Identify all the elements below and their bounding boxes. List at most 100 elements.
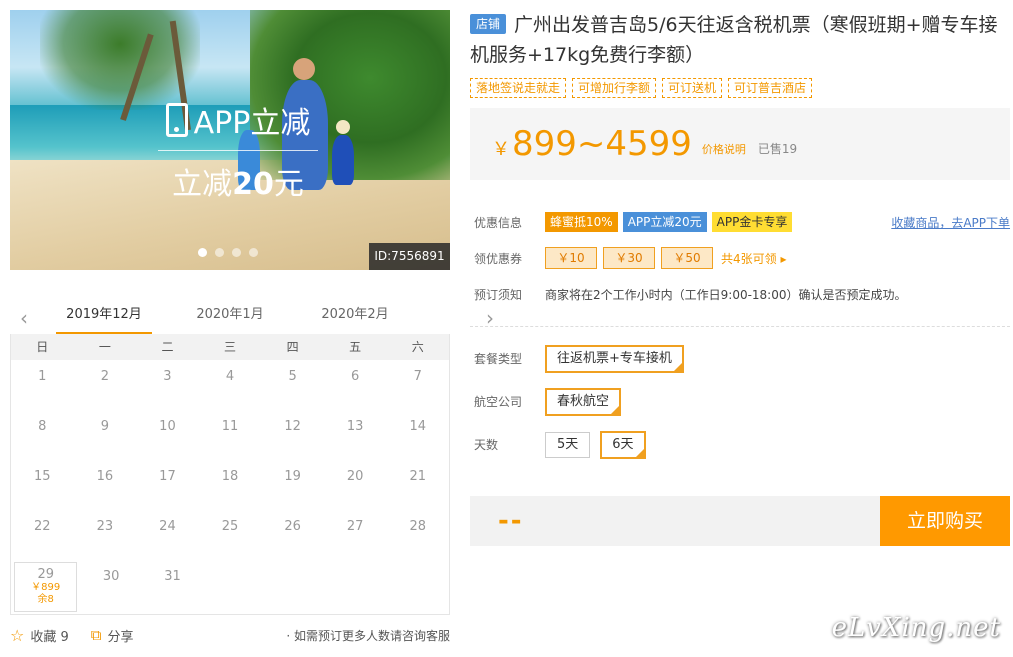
calendar-day: 31 xyxy=(164,569,181,584)
section-divider xyxy=(470,326,1010,327)
carousel-dot[interactable] xyxy=(249,248,258,257)
coupon-label: 领优惠券 xyxy=(474,251,523,266)
tab-month-1[interactable]: 2019年12月 xyxy=(56,298,152,334)
collect-app-link[interactable]: 收藏商品，去APP下单 xyxy=(891,214,1010,231)
calendar-day: 17 xyxy=(159,469,176,484)
person-child-girl-head xyxy=(336,120,350,134)
package-row: 套餐类型 往返机票+专车接机 xyxy=(470,337,1010,380)
promo-label: 优惠信息 xyxy=(474,215,523,230)
calendar-day xyxy=(388,560,449,614)
coupon-row: 领优惠券 ￥10 ￥30 ￥50 共4张可领 ▸ xyxy=(470,240,1010,276)
product-id-tag: ID:7556891 xyxy=(369,243,450,270)
star-icon[interactable]: ☆ xyxy=(10,626,24,645)
purchase-bar: -- 立即购买 xyxy=(470,496,1010,546)
days-row: 天数 5天 6天 xyxy=(470,423,1010,466)
calendar-day: 1 xyxy=(38,369,47,384)
overlay-divider xyxy=(158,150,318,151)
calendar-day: 27 xyxy=(346,519,364,534)
total-display: -- xyxy=(470,496,880,546)
notice-label: 预订须知 xyxy=(474,287,523,302)
contact-note: · 如需预订更多人数请咨询客服 xyxy=(286,628,450,643)
phone-icon xyxy=(165,103,188,137)
calendar-week: 1 2 3 4 5 6 7 xyxy=(11,360,449,410)
days-option-5[interactable]: 5天 xyxy=(545,431,591,458)
calendar-day: 20 xyxy=(346,469,364,484)
weekday-header: 日 一 二 三 四 五 六 xyxy=(11,334,449,360)
package-option[interactable]: 往返机票+专车接机 xyxy=(545,344,684,373)
carousel-dot[interactable] xyxy=(232,248,241,257)
buy-now-button[interactable]: 立即购买 xyxy=(880,496,1010,546)
sold-count: 已售19 xyxy=(757,141,798,156)
calendar-day xyxy=(326,560,387,614)
date-calendar: ‹ 2019年12月 2020年1月 2020年2月 › 日 一 二 三 四 五… xyxy=(10,298,494,615)
calendar-day: 16 xyxy=(96,469,114,484)
calendar-day: 23 xyxy=(96,519,114,534)
calendar-day: 19 xyxy=(284,469,301,484)
tab-month-2[interactable]: 2020年1月 xyxy=(182,298,278,334)
calendar-day: 30 xyxy=(102,569,120,584)
reduce-text: 立减20元 xyxy=(172,167,304,202)
calendar-day: 22 xyxy=(34,519,51,534)
share-button[interactable]: 分享 xyxy=(107,626,133,645)
shop-tag[interactable]: 店铺 xyxy=(470,14,507,34)
product-detail: 店铺 广州出发普吉岛5/6天往返含税机票（寒假班期+赠专车接机服务+17kg免费行… xyxy=(470,10,1010,546)
airline-label: 航空公司 xyxy=(474,395,523,409)
promo-row: 优惠信息 蜂蜜抵10% APP立减20元 APP金卡专享 收藏商品，去APP下单 xyxy=(470,204,1010,240)
calendar-day-remaining: 余8 xyxy=(37,594,54,605)
coupon-ticket[interactable]: ￥50 xyxy=(661,247,713,269)
calendar-day-price: ￥899 xyxy=(31,582,61,593)
calendar-day: 5 xyxy=(288,369,297,384)
promo-badge: APP金卡专享 xyxy=(711,212,793,232)
product-banner[interactable]: APP立减 立减20元 ID:7556891 xyxy=(10,10,450,270)
days-option-6[interactable]: 6天 xyxy=(600,430,646,459)
days-label: 天数 xyxy=(474,438,499,452)
calendar-day: 25 xyxy=(221,519,239,534)
weekday-label: 六 xyxy=(411,340,424,354)
calendar-day: 15 xyxy=(34,469,51,484)
tab-month-3[interactable]: 2020年2月 xyxy=(307,298,403,334)
total-value: -- xyxy=(498,506,524,536)
share-icon[interactable]: ⧉ xyxy=(91,626,102,644)
weekday-label: 一 xyxy=(98,340,111,354)
calendar-day: 3 xyxy=(163,369,172,384)
price-currency: ￥ xyxy=(492,139,510,160)
feature-tag: 可订送机 xyxy=(662,78,723,98)
calendar-grid: 日 一 二 三 四 五 六 1 2 3 4 5 6 7 8 9 10 11 12… xyxy=(10,334,450,615)
promo-info: 优惠信息 蜂蜜抵10% APP立减20元 APP金卡专享 收藏商品，去APP下单… xyxy=(470,204,1010,312)
calendar-day: 6 xyxy=(351,369,360,384)
calendar-day-available[interactable]: 29 ￥899 余8 xyxy=(14,562,78,612)
feature-tag: 可订普吉酒店 xyxy=(728,78,813,98)
feature-tags: 落地签说走就走 可增加行李额 可订送机 可订普吉酒店 xyxy=(470,78,1010,98)
calendar-day: 7 xyxy=(413,369,422,384)
calendar-day: 28 xyxy=(409,519,427,534)
calendar-week: 22 23 24 25 26 27 28 xyxy=(11,510,449,560)
favorite-button[interactable]: 收藏 9 xyxy=(30,626,68,645)
feature-tag: 可增加行李额 xyxy=(572,78,657,98)
prev-month-arrow-icon[interactable]: ‹ xyxy=(14,306,34,330)
site-watermark: eLvXing.net xyxy=(831,613,1001,643)
airline-option[interactable]: 春秋航空 xyxy=(545,387,622,416)
carousel-dot[interactable] xyxy=(198,248,207,257)
calendar-day: 13 xyxy=(346,419,364,434)
calendar-day: 12 xyxy=(284,419,301,434)
notice-row: 预订须知 商家将在2个工作小时内（工作日9:00-18:00）确认是否预定成功。 xyxy=(470,276,1010,312)
app-promo-overlay: APP立减 立减20元 xyxy=(148,90,328,210)
calendar-day: 9 xyxy=(100,419,109,434)
carousel-dots xyxy=(198,248,258,257)
price-box: ￥ 899~4599 价格说明 已售19 xyxy=(470,108,1010,180)
weekday-label: 二 xyxy=(161,340,174,354)
action-bar: ☆ 收藏 9 ⧉ 分享 · 如需预订更多人数请咨询客服 xyxy=(10,624,450,646)
person-child-girl xyxy=(332,135,354,185)
coupon-count-link[interactable]: 共4张可领 ▸ xyxy=(721,250,786,267)
calendar-day xyxy=(265,560,326,614)
carousel-dot[interactable] xyxy=(215,248,224,257)
coupon-ticket[interactable]: ￥10 xyxy=(545,247,597,269)
person-parent-head xyxy=(293,58,315,80)
calendar-day: 8 xyxy=(38,419,47,434)
coupon-ticket[interactable]: ￥30 xyxy=(603,247,655,269)
weekday-label: 四 xyxy=(286,340,299,354)
calendar-day: 10 xyxy=(159,419,176,434)
price-explain-link[interactable]: 价格说明 xyxy=(702,131,746,157)
product-title-text: 广州出发普吉岛5/6天往返含税机票（寒假班期+赠专车接机服务+17kg免费行李额… xyxy=(470,14,998,66)
weekday-label: 日 xyxy=(36,340,49,354)
